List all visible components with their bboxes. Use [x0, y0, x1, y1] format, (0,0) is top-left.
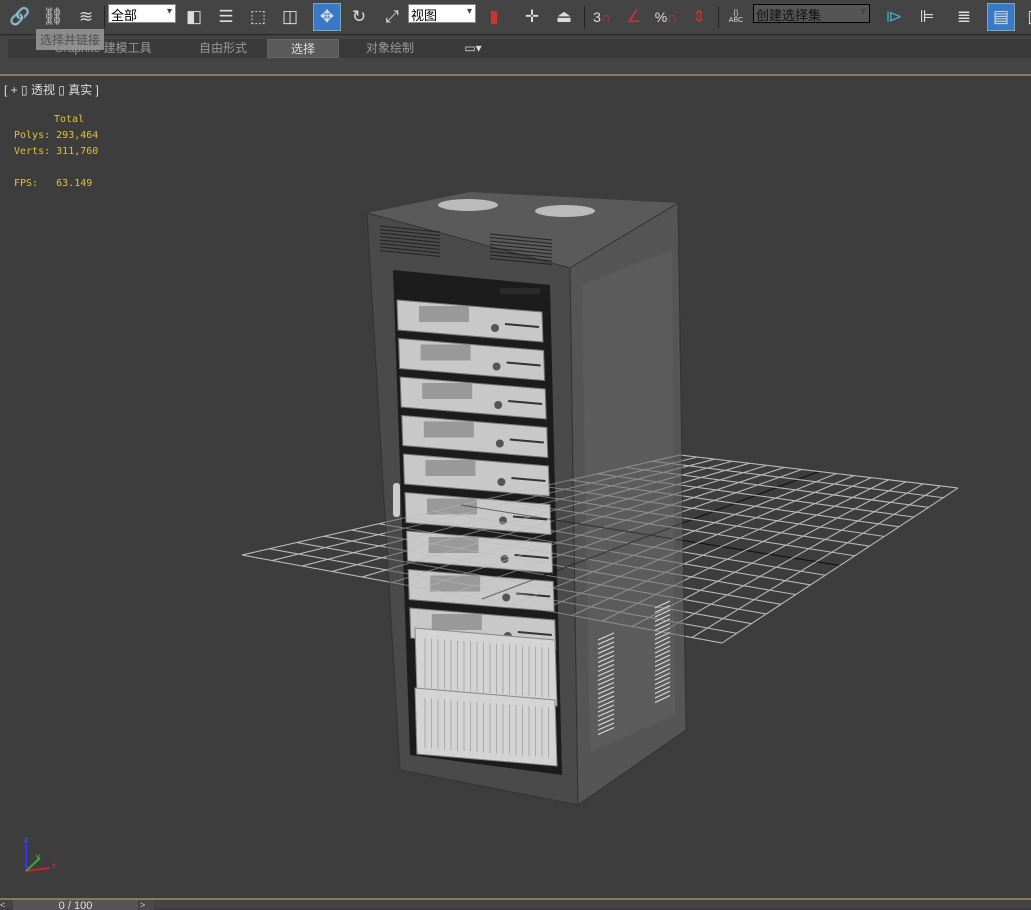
server-button [492, 362, 501, 371]
server-grille [423, 421, 474, 438]
timeline: < 0 / 100 > [0, 898, 1031, 910]
axis-z-label: z [24, 835, 28, 844]
server-button [502, 593, 511, 602]
server-button [497, 478, 506, 486]
tooltip: 选择并链接 [36, 29, 105, 50]
time-slider[interactable]: 0 / 100 [13, 900, 138, 910]
server-grille [419, 306, 469, 322]
grid-line [721, 487, 959, 644]
server-grille [420, 344, 471, 361]
fan-right [535, 205, 595, 217]
axis-gizmo: z y x [24, 835, 56, 872]
server-grille [425, 460, 476, 476]
server-button [491, 324, 499, 332]
door-handle [393, 483, 400, 517]
grid-line [691, 485, 941, 638]
fan-left [438, 199, 498, 211]
server-grille [422, 383, 473, 399]
axis-y-label: y [36, 852, 40, 861]
server-button [495, 439, 504, 448]
viewport-scene[interactable]: z y x [0, 0, 1031, 898]
grid-line [652, 460, 944, 499]
server-grille [431, 614, 482, 630]
server-grille [430, 575, 481, 592]
grid-line [661, 483, 924, 633]
timeline-prev-button[interactable]: < [0, 900, 13, 910]
timeline-next-button[interactable]: > [140, 900, 154, 910]
server-button [494, 401, 503, 409]
axis-x-label: x [52, 861, 56, 870]
top-panel [500, 288, 540, 294]
